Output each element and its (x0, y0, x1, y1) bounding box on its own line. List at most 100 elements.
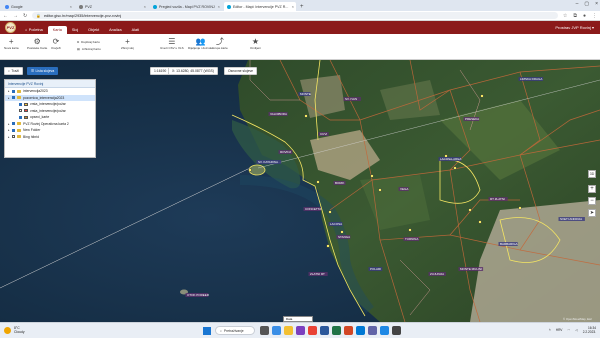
edge-icon[interactable] (272, 326, 281, 335)
layer-item[interactable]: ▸ Bing hibrid (5, 134, 95, 141)
intervention-marker[interactable] (340, 230, 344, 234)
map-place-label[interactable]: POLARI (370, 267, 381, 271)
reload-icon[interactable]: ↻ (23, 13, 27, 19)
taskbar-search[interactable]: ⌕ Pretraživanje (215, 326, 255, 335)
intervention-marker[interactable] (304, 114, 308, 118)
map-place-label[interactable]: ZLATNI RT (310, 272, 325, 276)
map-groups-button[interactable]: ⤴ Grupe karte (212, 38, 228, 50)
map-place-label[interactable]: SV. IVAN (345, 97, 357, 101)
tab-objekt[interactable]: Objekt (83, 26, 104, 34)
tab-alati[interactable]: Alati (127, 26, 144, 34)
intervention-marker[interactable] (248, 168, 252, 172)
menu-icon[interactable]: ⋮ (592, 13, 597, 19)
close-icon[interactable]: × (70, 4, 72, 9)
tab-sloj[interactable]: Sloj (67, 26, 83, 34)
layer-checkbox[interactable] (19, 115, 22, 119)
weather-widget[interactable]: 8°C Cloudy (4, 326, 25, 334)
app-logo[interactable]: PVZ (5, 22, 16, 33)
new-map-button[interactable]: + Nova karta (4, 38, 19, 50)
map-place-label[interactable]: BORIK (335, 181, 344, 185)
minimize-icon[interactable]: – (576, 1, 579, 7)
map-place-label[interactable]: STANGA (338, 235, 350, 239)
close-icon[interactable]: × (218, 4, 220, 9)
map-place-label[interactable]: RT ZLATNI (490, 197, 505, 201)
archive-map-button[interactable]: ▤ Arhiviraj Kartu (77, 47, 101, 51)
teams-icon[interactable] (296, 326, 305, 335)
chrome-icon[interactable] (308, 326, 317, 335)
map-place-label[interactable]: SVETI ANDRIJA (560, 217, 582, 221)
map-place-label[interactable]: VEGA (400, 187, 408, 191)
outlook-icon[interactable] (356, 326, 365, 335)
map-place-label[interactable]: ZUJUNIJA (430, 272, 444, 276)
back-icon[interactable]: ← (3, 13, 8, 19)
intervention-marker[interactable] (468, 208, 472, 212)
intervention-marker[interactable] (478, 220, 482, 224)
forward-icon[interactable]: → (13, 13, 18, 19)
chevron-up-icon[interactable]: ˄ (549, 328, 551, 332)
extensions-icon[interactable]: ⧉ (573, 13, 577, 19)
3d-toggle-button[interactable]: 3D (588, 170, 596, 178)
map-place-label[interactable]: TURNINA (405, 237, 418, 241)
intervention-marker[interactable] (408, 228, 412, 232)
intervention-marker[interactable] (453, 166, 457, 170)
volume-icon[interactable]: ◁ (575, 328, 577, 332)
map-place-label[interactable]: MONTE MULINI (460, 267, 482, 271)
app-icon[interactable] (368, 326, 377, 335)
map-place-label[interactable]: CONCETTA (305, 207, 321, 211)
layer-checkbox[interactable] (12, 96, 15, 100)
star-bookmark-icon[interactable]: ☆ (563, 13, 567, 19)
word-icon[interactable] (320, 326, 329, 335)
map-place-label[interactable]: LIMSKA DRAGA (520, 77, 542, 81)
tab-karta[interactable]: Karta (47, 26, 67, 34)
close-icon[interactable]: × (292, 4, 294, 9)
favorites-button[interactable]: ★ Omiljeni (250, 38, 261, 50)
sharing-button[interactable]: 👥 Dijeljenje i dozvole (188, 38, 213, 50)
duplicate-map-button[interactable]: ⧉ Duplicaj Kartu (77, 40, 100, 44)
browser-tab-active[interactable]: Editor - Mapi: Intervencije PVZ R... × (224, 2, 296, 11)
close-icon[interactable]: × (144, 4, 146, 9)
layer-checkbox[interactable] (12, 128, 15, 132)
browser-tab[interactable]: Pregled vozila - Mapi PVZ ROVINJ × (150, 2, 222, 11)
browser-tab[interactable]: PVZ × (76, 2, 148, 11)
layer-checkbox[interactable] (19, 109, 22, 113)
map-place-label[interactable]: BARBARIGA (500, 242, 518, 246)
map-settings-button[interactable]: ⚙ Postavke Karte (27, 38, 47, 50)
map-place-label[interactable]: SV. KATARINA (258, 160, 278, 164)
map-place-label[interactable]: CUVI (320, 132, 327, 136)
tab-home[interactable]: ⌂ Početna (20, 26, 48, 34)
intervention-marker[interactable] (518, 206, 522, 210)
browser-tab[interactable]: Google × (2, 2, 74, 11)
refresh-button[interactable]: ⟳ Osvježi (51, 38, 61, 50)
intervention-marker[interactable] (326, 244, 330, 248)
basemap-select[interactable]: Osnovne slojeve (224, 67, 258, 75)
map-place-label[interactable]: MONTE (300, 92, 311, 96)
folder-icon[interactable] (284, 326, 293, 335)
intervention-marker[interactable] (378, 188, 382, 192)
map-place-label[interactable]: LACOSA (330, 222, 342, 226)
map-place-label[interactable]: ROVINJ (280, 150, 292, 154)
map-place-label[interactable]: PRESEKA (465, 117, 479, 121)
maximize-icon[interactable]: ▢ (584, 1, 589, 7)
clock[interactable]: 16:34 2.2.2023. (583, 326, 596, 334)
layer-list-toggle[interactable]: ☰ Lista slojeva (27, 67, 59, 75)
powerpoint-icon[interactable] (344, 326, 353, 335)
start-button[interactable] (203, 327, 211, 335)
map-place-label[interactable]: OTOK POREER (187, 293, 210, 297)
export-csv-button[interactable]: ☰ Izvezi CSV u XLS (160, 38, 184, 50)
map-place-label[interactable]: LACOSA-AREA (440, 157, 461, 161)
layer-checkbox[interactable] (12, 89, 15, 93)
map-place-label[interactable]: VALDIBORA (270, 112, 287, 116)
intervention-marker[interactable] (316, 180, 320, 184)
profile-icon[interactable]: ● (583, 13, 586, 19)
layer-checkbox[interactable] (19, 102, 22, 106)
add-layer-button[interactable]: + Zbroji sloj (121, 38, 134, 50)
search-button[interactable]: ⌕ Traži (4, 67, 23, 75)
tab-analiza[interactable]: Analiza (104, 26, 126, 34)
intervention-marker[interactable] (480, 94, 484, 98)
url-field[interactable]: 🔒 editor.gisc.hr/map/2935/intervencije-pv… (32, 12, 558, 19)
excel-icon[interactable] (332, 326, 341, 335)
layer-checkbox[interactable] (12, 122, 15, 126)
user-menu[interactable]: Prostrav JVP Rovinj ▾ (555, 25, 594, 30)
app-icon[interactable] (392, 326, 401, 335)
app-icon[interactable] (380, 326, 389, 335)
